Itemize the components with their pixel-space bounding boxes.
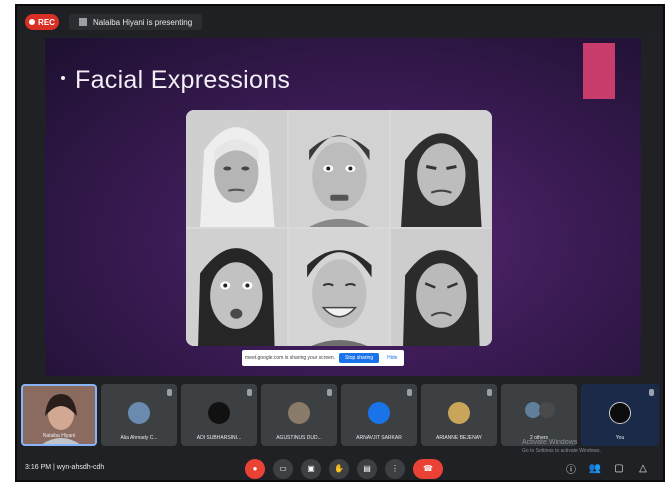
avatar <box>609 402 631 424</box>
slide-title: Facial Expressions <box>61 66 290 95</box>
participant-name: ARNAVJIT SARKAR <box>356 435 402 441</box>
avatar <box>368 402 390 424</box>
info-icon[interactable]: ⓘ <box>565 462 577 476</box>
chat-icon[interactable]: ▢ <box>613 462 625 474</box>
participant-name: AGUSTINUS DUD... <box>276 435 322 441</box>
recording-label: REC <box>38 17 55 27</box>
face-image-3 <box>391 110 492 227</box>
meet-window: REC Nalaiba Hiyani is presenting Facial … <box>15 4 665 482</box>
stop-sharing-button[interactable]: Stop sharing <box>339 353 380 363</box>
shared-slide: Facial Expressions meet.google.com is sh… <box>45 38 641 376</box>
slide-title-text: Facial Expressions <box>75 66 291 94</box>
participant-tile[interactable]: AGUSTINUS DUD... <box>261 384 337 446</box>
participant-tile-others[interactable]: 2 others <box>501 384 577 446</box>
participant-tile[interactable]: Alia Ahmady C... <box>101 384 177 446</box>
mic-off-icon <box>407 389 412 396</box>
face-image-2 <box>288 110 390 227</box>
participant-tile[interactable]: ARIANNE BEJENAY <box>421 384 497 446</box>
top-bar: REC Nalaiba Hiyani is presenting <box>17 6 663 36</box>
end-call-button[interactable]: ☎ <box>413 459 443 479</box>
present-icon: ▤ <box>363 464 371 473</box>
face-image-1 <box>186 110 287 227</box>
avatar <box>539 402 555 418</box>
face-image-6 <box>391 229 492 346</box>
bullet-icon <box>61 76 65 81</box>
raise-hand-button[interactable]: ✋ <box>329 459 349 479</box>
presenting-banner: Nalaiba Hiyani is presenting <box>69 14 203 30</box>
presenting-text: Nalaiba Hiyani is presenting <box>93 17 193 27</box>
slide-accent-block <box>583 43 615 99</box>
present-button[interactable]: ▤ <box>357 459 377 479</box>
avatar <box>448 402 470 424</box>
camera-icon: ▭ <box>279 464 287 473</box>
more-options-button[interactable]: ⋮ <box>385 459 405 479</box>
recording-badge: REC <box>25 14 59 30</box>
hide-button[interactable]: Hide <box>383 353 401 363</box>
avatar <box>208 402 230 424</box>
participant-tile-self[interactable]: You <box>581 384 659 446</box>
mic-off-icon <box>327 389 332 396</box>
participant-name: Alia Ahmady C... <box>120 435 158 441</box>
avatar <box>128 402 150 424</box>
mic-off-icon <box>649 389 654 396</box>
mic-off-icon <box>167 389 172 396</box>
mic-button[interactable]: ● <box>245 459 265 479</box>
share-message: meet.google.com is sharing your screen. <box>245 355 336 361</box>
mic-off-icon: ● <box>252 464 258 473</box>
camera-button[interactable]: ▭ <box>273 459 293 479</box>
present-screen-icon <box>79 18 87 26</box>
avatar <box>288 402 310 424</box>
participant-name: ARIANNE BEJENAY <box>435 435 483 441</box>
face-image-4 <box>186 229 287 346</box>
mic-off-icon <box>247 389 252 396</box>
participant-tile[interactable]: ARNAVJIT SARKAR <box>341 384 417 446</box>
mic-off-icon <box>487 389 492 396</box>
more-icon: ⋮ <box>391 464 399 473</box>
bottom-bar: 3:16 PM | wyn-ahsdh-cdh ● ▭ ▣ ✋ ▤ ⋮ ☎ ⓘ … <box>17 452 663 480</box>
end-call-icon: ☎ <box>423 464 433 473</box>
watermark-line-1: Activate Windows <box>522 439 578 446</box>
participant-name: ADI SUBHARSINI... <box>196 435 242 441</box>
captions-button[interactable]: ▣ <box>301 459 321 479</box>
faces-grid <box>186 110 492 346</box>
face-image-5 <box>288 229 390 346</box>
meeting-info: 3:16 PM | wyn-ahsdh-cdh <box>25 464 105 471</box>
raise-hand-icon: ✋ <box>334 464 344 473</box>
participant-tile[interactable]: ADI SUBHARSINI... <box>181 384 257 446</box>
people-icon[interactable]: 👥 <box>589 462 601 474</box>
record-dot-icon <box>29 19 36 25</box>
captions-icon: ▣ <box>307 464 315 473</box>
activities-icon[interactable]: △ <box>637 462 649 474</box>
screen-share-notification: meet.google.com is sharing your screen. … <box>242 350 405 366</box>
participant-tile-presenter[interactable]: Nalaiba Hiyani <box>21 384 97 446</box>
participant-name: Nalaiba Hiyani <box>42 433 76 439</box>
